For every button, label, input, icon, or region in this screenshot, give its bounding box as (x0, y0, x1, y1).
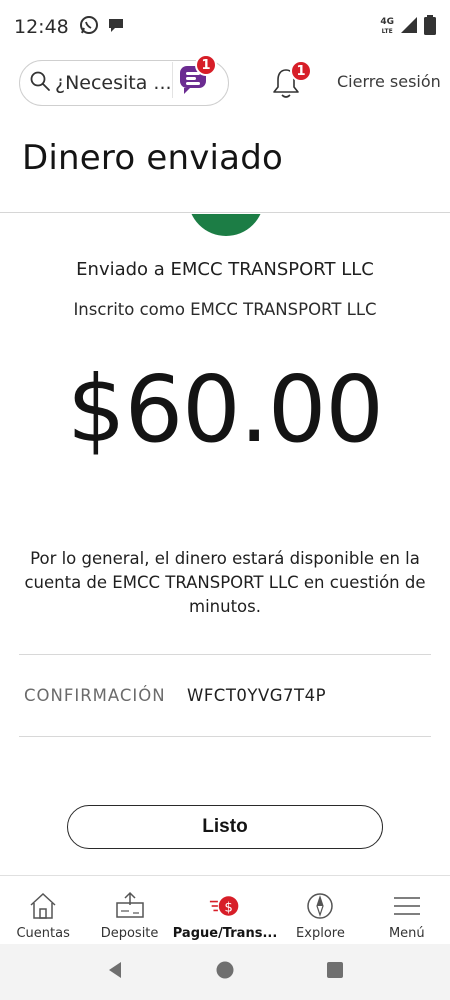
amount-value: $60.00 (67, 356, 384, 463)
status-bar: 12:48 4G LTE (0, 0, 450, 54)
nav-label: Deposite (100, 926, 159, 941)
signal-icon (400, 16, 418, 38)
search-icon (29, 70, 51, 96)
confirmation-value: WFCT0YVG7T4P (187, 686, 327, 705)
nav-item-menu[interactable]: Menú (364, 876, 450, 943)
status-system-icons: 4G LTE (380, 15, 436, 39)
bottom-nav: Cuentas Deposite $ Pague/Trans... Explor… (0, 875, 450, 943)
logout-link[interactable]: Cierre sesión (337, 72, 441, 91)
enrolled-as-text: Inscrito como EMCC TRANSPORT LLC (73, 300, 377, 319)
page-title: Dinero enviado (22, 138, 283, 178)
fargo-badge: 1 (195, 54, 217, 76)
nav-label: Explore (296, 926, 345, 941)
nav-label: Pague/Trans... (172, 926, 278, 941)
nav-label: Cuentas (16, 926, 70, 941)
hamburger-icon (391, 890, 423, 922)
network-type-label: 4G (380, 17, 394, 27)
deposit-icon (114, 890, 146, 922)
nav-item-explore[interactable]: Explore (277, 876, 363, 943)
status-notification-icons (79, 15, 125, 39)
confirmation-label: CONFIRMACIÓN (24, 686, 166, 705)
nav-label: Menú (388, 926, 425, 941)
fargo-assistant-button[interactable]: 1 (172, 54, 217, 98)
recipient-text: Enviado a EMCC TRANSPORT LLC (76, 259, 374, 280)
done-button[interactable]: Listo (67, 805, 383, 849)
home-icon (27, 890, 59, 922)
status-time: 12:48 (14, 16, 69, 38)
nav-item-deposit[interactable]: Deposite (86, 876, 172, 943)
availability-note: Por lo general, el dinero estará disponi… (24, 549, 426, 616)
nav-item-accounts[interactable]: Cuentas (0, 876, 86, 943)
compass-icon (304, 890, 336, 922)
nav-item-pay-transfer[interactable]: $ Pague/Trans... (172, 876, 278, 943)
notification-badge: 1 (290, 60, 312, 82)
search-input[interactable]: ¿Necesita ... (55, 72, 172, 94)
recents-icon[interactable] (325, 960, 345, 984)
notifications-button[interactable]: 1 (270, 60, 312, 102)
title-divider (0, 212, 450, 213)
battery-icon (424, 15, 436, 39)
divider (19, 654, 431, 655)
svg-text:$: $ (224, 900, 232, 915)
back-icon[interactable] (105, 960, 125, 984)
pay-transfer-icon: $ (209, 890, 241, 922)
android-nav-bar (0, 944, 450, 1000)
network-type-sub: LTE (381, 28, 393, 35)
top-header: ¿Necesita ... 1 1 Cierre sesión (0, 54, 450, 112)
success-check-icon (188, 214, 264, 236)
divider (19, 736, 431, 737)
whatsapp-icon (79, 15, 99, 39)
network-type: 4G LTE (380, 18, 394, 36)
chat-icon (107, 16, 125, 38)
home-circle-icon[interactable] (215, 960, 235, 984)
